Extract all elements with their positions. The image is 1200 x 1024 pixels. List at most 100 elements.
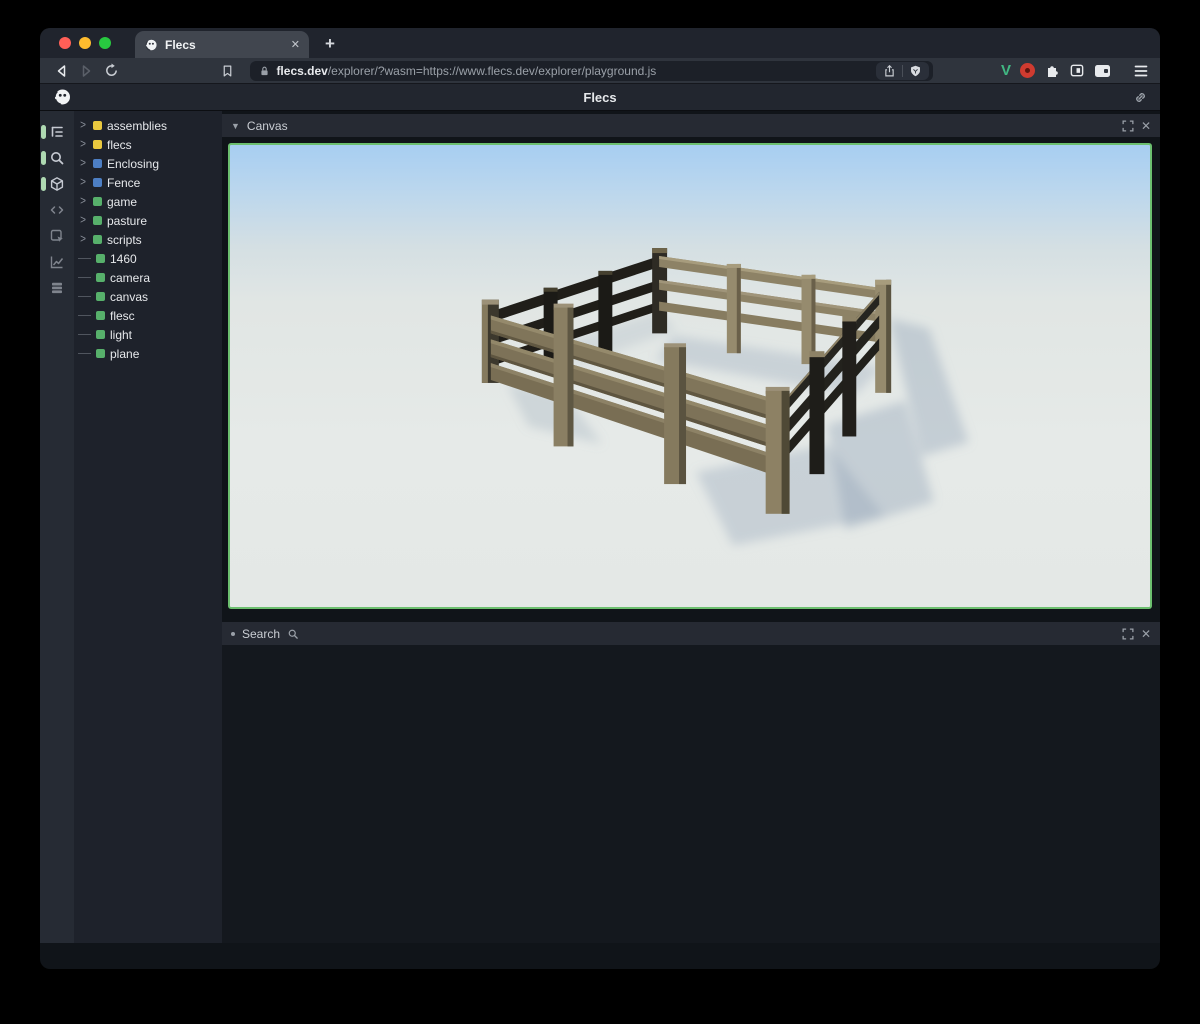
inspector-icon: [49, 228, 65, 244]
canvas-panel-header[interactable]: ▼ Canvas ✕: [222, 114, 1160, 137]
bookmark-icon[interactable]: [218, 61, 238, 81]
toolbar-separator: [902, 65, 903, 77]
entity-color-badge: [93, 197, 102, 206]
search-panel-header[interactable]: Search ✕: [222, 622, 1160, 645]
tree-row[interactable]: > Fence: [78, 173, 222, 192]
close-panel-icon[interactable]: ✕: [1141, 119, 1151, 133]
sidebar-item-inspector[interactable]: [40, 223, 74, 249]
traffic-lights: [40, 28, 111, 58]
tree-row[interactable]: light: [78, 325, 222, 344]
sidebar-item-scene-canvas[interactable]: [40, 171, 74, 197]
fence-3d-render: [230, 145, 1150, 607]
tree-row[interactable]: camera: [78, 268, 222, 287]
extensions-puzzle-icon[interactable]: [1044, 63, 1060, 79]
close-window-button[interactable]: [59, 37, 71, 49]
tree-row[interactable]: 1460: [78, 249, 222, 268]
tab-close-icon[interactable]: ✕: [291, 38, 300, 51]
entity-label: Fence: [107, 176, 140, 190]
entity-color-badge: [96, 292, 105, 301]
sidebar-item-entity-tree[interactable]: [40, 119, 74, 145]
entity-color-badge: [96, 330, 105, 339]
tree-connector: [78, 296, 91, 298]
entity-label: plane: [110, 347, 139, 361]
chevron-down-icon[interactable]: ▼: [231, 121, 240, 131]
collapsed-indicator-icon[interactable]: [231, 632, 235, 636]
sidebar-item-code-editor[interactable]: [40, 197, 74, 223]
reload-icon[interactable]: [101, 61, 121, 81]
tree-row[interactable]: > flecs: [78, 135, 222, 154]
tree-row[interactable]: plane: [78, 344, 222, 363]
entity-label: flecs: [107, 138, 132, 152]
wallet-icon[interactable]: [1094, 64, 1111, 78]
url-bar[interactable]: flecs.dev/explorer/?wasm=https://www.fle…: [250, 61, 933, 81]
desktop: Flecs ✕ + flecs.dev/explorer/?wasm=https…: [0, 0, 1200, 1024]
active-indicator: [41, 177, 46, 191]
tree-connector: [78, 258, 91, 260]
code-icon: [49, 202, 65, 218]
expand-icon[interactable]: >: [78, 233, 88, 246]
entity-label: scripts: [107, 233, 142, 247]
tree-row[interactable]: >pasture: [78, 211, 222, 230]
entity-color-badge: [96, 311, 105, 320]
expand-icon[interactable]: >: [78, 157, 88, 170]
close-panel-icon[interactable]: ✕: [1141, 627, 1151, 641]
entity-color-badge: [93, 140, 102, 149]
new-tab-button[interactable]: +: [325, 34, 335, 54]
tree-row[interactable]: >assemblies: [78, 116, 222, 135]
zoom-window-button[interactable]: [99, 37, 111, 49]
sidebar-item-query-search[interactable]: [40, 145, 74, 171]
tab-title: Flecs: [165, 38, 196, 52]
extension-icons: V: [1001, 62, 1148, 79]
back-icon[interactable]: [52, 61, 72, 81]
browser-menu-icon[interactable]: [1134, 65, 1148, 77]
entity-color-badge: [96, 349, 105, 358]
rows-icon: [49, 280, 65, 296]
app-body: >assemblies > flecs > Enclosing > Fence > ga…: [40, 111, 1160, 943]
active-indicator: [41, 151, 46, 165]
expand-icon[interactable]: >: [78, 176, 88, 189]
entity-label: Enclosing: [107, 157, 159, 171]
tree-row[interactable]: > Enclosing: [78, 154, 222, 173]
vue-devtools-icon[interactable]: V: [1001, 62, 1011, 79]
browser-tab-bar: Flecs ✕ +: [40, 28, 1160, 58]
search-icon: [49, 150, 65, 166]
canvas-panel-body: [222, 137, 1160, 615]
expand-icon[interactable]: >: [78, 119, 88, 132]
fullscreen-icon[interactable]: [1122, 628, 1134, 640]
red-extension-icon[interactable]: [1020, 63, 1035, 78]
tree-row[interactable]: canvas: [78, 287, 222, 306]
3d-viewport[interactable]: [228, 143, 1152, 609]
entity-color-badge: [93, 235, 102, 244]
sidebar-panel-icon[interactable]: [1069, 63, 1085, 78]
brave-shield-icon[interactable]: [909, 64, 922, 78]
expand-icon[interactable]: >: [78, 214, 88, 227]
minimize-window-button[interactable]: [79, 37, 91, 49]
search-panel-body: [222, 645, 1160, 943]
tree-row[interactable]: flesc: [78, 306, 222, 325]
share-link-icon[interactable]: [1133, 90, 1148, 105]
entity-label: flesc: [110, 309, 135, 323]
entity-label: game: [107, 195, 137, 209]
browser-toolbar: flecs.dev/explorer/?wasm=https://www.fle…: [40, 58, 1160, 84]
browser-tab-flecs[interactable]: Flecs ✕: [135, 31, 309, 58]
entity-color-badge: [93, 159, 102, 168]
fullscreen-icon[interactable]: [1122, 120, 1134, 132]
search-panel-title: Search: [242, 627, 280, 641]
main-panel-area: ▼ Canvas ✕: [222, 111, 1160, 943]
expand-icon[interactable]: >: [78, 195, 88, 208]
sidebar-item-tables[interactable]: [40, 275, 74, 301]
entity-color-badge: [96, 254, 105, 263]
canvas-panel-title: Canvas: [247, 119, 288, 133]
url-path: /explorer/?wasm=https://www.flecs.dev/ex…: [328, 64, 656, 78]
sidebar-icon-strip: [40, 111, 74, 943]
tree-row[interactable]: > scripts: [78, 230, 222, 249]
forward-icon[interactable]: [77, 61, 97, 81]
entity-color-badge: [93, 121, 102, 130]
expand-icon[interactable]: >: [78, 138, 88, 151]
sidebar-item-statistics[interactable]: [40, 249, 74, 275]
cube-icon: [49, 176, 65, 192]
share-icon[interactable]: [883, 64, 896, 78]
tree-row[interactable]: > game: [78, 192, 222, 211]
entity-color-badge: [93, 178, 102, 187]
entity-tree-panel: >assemblies > flecs > Enclosing > Fence > ga…: [74, 111, 222, 943]
